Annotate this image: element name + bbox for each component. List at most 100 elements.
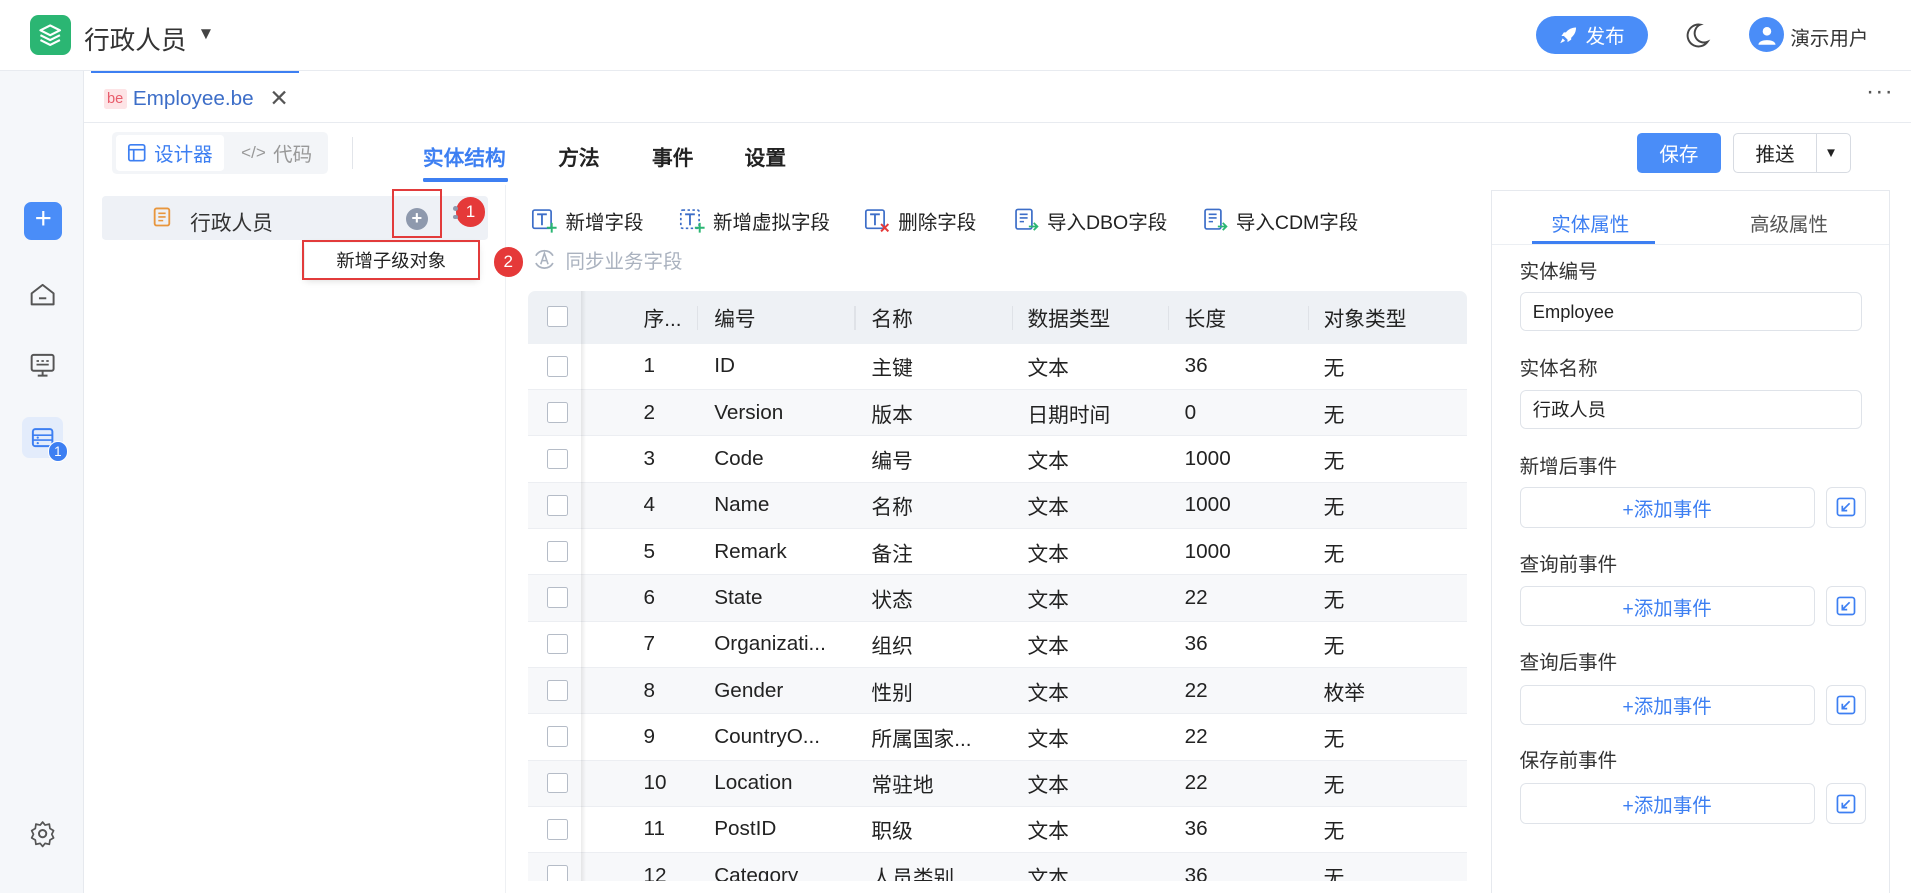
table-row[interactable]: 12 Category 人员类别 文本 36 无 bbox=[527, 853, 1468, 882]
before-save-event-label: 保存前事件 bbox=[1519, 750, 1618, 773]
table-row[interactable]: 10 Location 常驻地 文本 22 无 bbox=[527, 760, 1468, 807]
select-all-checkbox[interactable] bbox=[547, 305, 568, 327]
rail-badge: 1 bbox=[47, 441, 69, 462]
user-name[interactable]: 演示用户 bbox=[1790, 22, 1868, 51]
entity-name-input[interactable]: 行政人员 bbox=[1519, 389, 1863, 429]
caret-down-icon[interactable]: ▼ bbox=[197, 24, 214, 44]
table-row[interactable]: 6 State 状态 文本 22 无 bbox=[527, 575, 1468, 622]
cell-data-type: 文本 bbox=[1027, 727, 1069, 751]
import-cdm-button[interactable]: 导入CDM字段 bbox=[1202, 207, 1358, 234]
row-checkbox[interactable] bbox=[547, 680, 568, 701]
tab-advanced-properties[interactable]: 高级属性 bbox=[1750, 208, 1828, 237]
cell-object-type: 无 bbox=[1323, 588, 1345, 612]
more-icon[interactable]: ··· bbox=[1866, 78, 1894, 106]
edit-event-icon[interactable] bbox=[1825, 586, 1866, 627]
row-checkbox[interactable] bbox=[547, 402, 568, 423]
home-icon[interactable] bbox=[28, 280, 57, 309]
top-bar: 行政人员 ▼ 发布 演示用户 bbox=[0, 0, 1911, 71]
code-tab[interactable]: </> 代码 bbox=[229, 135, 324, 170]
add-icon[interactable]: + bbox=[24, 202, 63, 241]
file-tab-label: Employee.be bbox=[132, 87, 254, 111]
table-row[interactable]: 7 Organizati... 组织 文本 36 无 bbox=[527, 622, 1468, 668]
table-row[interactable]: 3 Code 编号 文本 1000 无 bbox=[527, 436, 1468, 483]
moon-icon[interactable] bbox=[1682, 21, 1711, 50]
step-badge-2: 2 bbox=[493, 247, 523, 277]
cell-object-type: 枚举 bbox=[1323, 681, 1366, 705]
tab-events[interactable]: 事件 bbox=[652, 141, 693, 171]
add-after-create-event-button[interactable]: +添加事件 bbox=[1519, 487, 1815, 528]
table-row[interactable]: 2 Version 版本 日期时间 0 无 bbox=[527, 390, 1468, 437]
avatar[interactable] bbox=[1748, 17, 1785, 53]
row-checkbox[interactable] bbox=[547, 448, 568, 470]
column-header-length[interactable]: 长度 bbox=[1185, 291, 1307, 343]
column-header-code[interactable]: 编号 bbox=[714, 291, 848, 343]
cell-seq: 3 bbox=[643, 446, 656, 470]
push-button[interactable]: 推送 bbox=[1734, 133, 1817, 172]
row-checkbox[interactable] bbox=[547, 633, 568, 655]
row-checkbox[interactable] bbox=[547, 541, 568, 562]
table-row[interactable]: 4 Name 名称 文本 1000 无 bbox=[527, 482, 1468, 529]
more-vertical-icon[interactable] bbox=[453, 205, 459, 223]
cell-code: Organizati... bbox=[714, 632, 826, 656]
table-row[interactable]: 1 ID 主键 文本 36 无 bbox=[527, 344, 1468, 390]
row-checkbox[interactable] bbox=[547, 726, 568, 748]
close-icon[interactable]: ✕ bbox=[269, 85, 288, 112]
table-row[interactable]: 5 Remark 备注 文本 1000 无 bbox=[527, 529, 1468, 576]
tab-methods[interactable]: 方法 bbox=[558, 141, 599, 171]
entity-code-input[interactable]: Employee bbox=[1519, 292, 1863, 332]
tab-entity-structure[interactable]: 实体结构 bbox=[423, 141, 506, 171]
cell-code: Code bbox=[714, 446, 764, 470]
row-checkbox[interactable] bbox=[547, 772, 568, 794]
table-row[interactable]: 8 Gender 性别 文本 22 枚举 bbox=[527, 667, 1468, 715]
cell-data-type: 文本 bbox=[1027, 357, 1069, 381]
cell-name: 组织 bbox=[871, 635, 913, 659]
cell-object-type: 无 bbox=[1323, 866, 1345, 882]
settings-icon[interactable] bbox=[28, 819, 57, 848]
tab-entity-properties[interactable]: 实体属性 bbox=[1551, 208, 1629, 237]
row-checkbox[interactable] bbox=[547, 587, 568, 609]
column-header-data-type[interactable]: 数据类型 bbox=[1027, 291, 1161, 343]
edit-event-icon[interactable] bbox=[1825, 684, 1866, 725]
tree-node-label: 行政人员 bbox=[190, 211, 273, 235]
publish-button[interactable]: 发布 bbox=[1535, 15, 1648, 54]
row-checkbox[interactable] bbox=[547, 494, 568, 516]
table-row[interactable]: 9 CountryO... 所属国家... 文本 22 无 bbox=[527, 714, 1468, 761]
import-dbo-button[interactable]: 导入DBO字段 bbox=[1013, 207, 1167, 234]
app-logo[interactable] bbox=[30, 14, 71, 55]
row-checkbox[interactable] bbox=[547, 865, 568, 882]
add-virtual-field-button[interactable]: 新增虚拟字段 bbox=[679, 207, 830, 234]
cell-data-type: 文本 bbox=[1027, 449, 1069, 473]
chevron-down-icon[interactable]: ▼ bbox=[1824, 145, 1837, 160]
save-button[interactable]: 保存 bbox=[1636, 132, 1721, 174]
tab-settings[interactable]: 设置 bbox=[745, 141, 786, 171]
add-before-query-event-button[interactable]: +添加事件 bbox=[1519, 586, 1815, 627]
cell-name: 主键 bbox=[871, 357, 913, 381]
add-before-save-event-button[interactable]: +添加事件 bbox=[1519, 783, 1815, 824]
cell-data-type: 文本 bbox=[1027, 866, 1069, 882]
cell-name: 状态 bbox=[871, 588, 913, 612]
sync-business-field-button[interactable]: 同步业务字段 bbox=[531, 246, 683, 273]
table-row[interactable]: 11 PostID 职级 文本 36 无 bbox=[527, 807, 1468, 854]
delete-field-button[interactable]: 删除字段 bbox=[864, 207, 976, 234]
cell-code: Name bbox=[714, 493, 770, 517]
divider bbox=[1491, 243, 1889, 245]
edit-event-icon[interactable] bbox=[1825, 487, 1866, 528]
add-after-query-event-button[interactable]: +添加事件 bbox=[1519, 684, 1815, 725]
cell-code: Version bbox=[714, 400, 784, 424]
divider bbox=[352, 136, 354, 170]
monitor-icon[interactable] bbox=[28, 350, 57, 379]
cell-code: State bbox=[714, 585, 763, 609]
file-tab-employee[interactable]: be Employee.be ✕ bbox=[91, 70, 299, 123]
step-badge-1: 1 bbox=[455, 197, 486, 227]
app-title[interactable]: 行政人员 bbox=[84, 20, 186, 57]
designer-tab[interactable]: 设计器 bbox=[115, 135, 225, 171]
row-checkbox[interactable] bbox=[547, 819, 568, 840]
column-header-name[interactable]: 名称 bbox=[871, 291, 1005, 343]
import-dbo-icon bbox=[1015, 208, 1039, 231]
row-checkbox[interactable] bbox=[547, 355, 568, 377]
edit-event-icon[interactable] bbox=[1825, 783, 1866, 824]
cell-length: 22 bbox=[1184, 678, 1208, 702]
add-field-button[interactable]: 新增字段 bbox=[531, 207, 644, 234]
column-header-object-type[interactable]: 对象类型 bbox=[1324, 291, 1458, 343]
column-header-seq[interactable]: 序... bbox=[644, 291, 705, 343]
